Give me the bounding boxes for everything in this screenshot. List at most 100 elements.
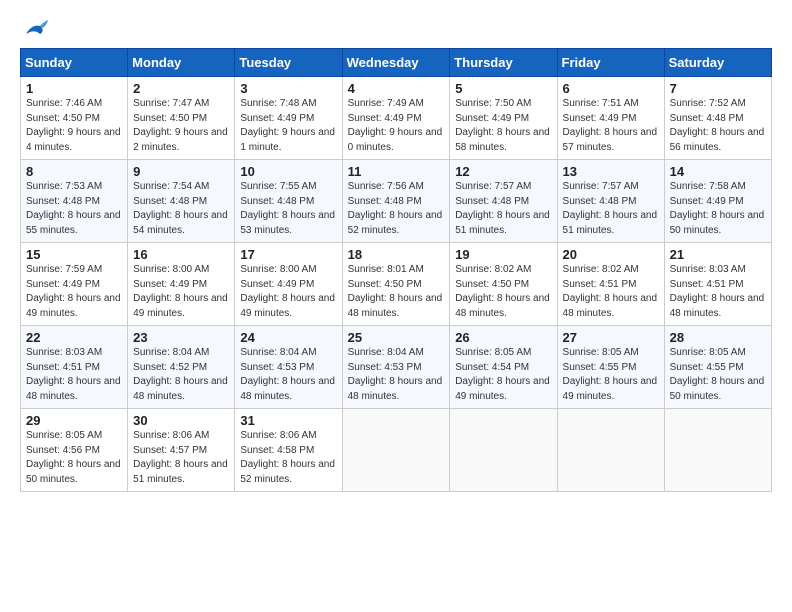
calendar-cell: 22 Sunrise: 8:03 AMSunset: 4:51 PMDaylig… [21,326,128,409]
day-info: Sunrise: 8:04 AMSunset: 4:52 PMDaylight:… [133,347,228,402]
day-info: Sunrise: 8:05 AMSunset: 4:54 PMDaylight:… [455,347,550,402]
day-info: Sunrise: 7:58 AMSunset: 4:49 PMDaylight:… [670,181,765,236]
calendar-cell [342,409,450,492]
day-number: 13 [563,164,659,179]
calendar-cell [664,409,771,492]
col-header-monday: Monday [128,49,235,77]
calendar-cell: 16 Sunrise: 8:00 AMSunset: 4:49 PMDaylig… [128,243,235,326]
calendar-cell: 6 Sunrise: 7:51 AMSunset: 4:49 PMDayligh… [557,77,664,160]
day-info: Sunrise: 8:04 AMSunset: 4:53 PMDaylight:… [240,347,335,402]
day-info: Sunrise: 7:55 AMSunset: 4:48 PMDaylight:… [240,181,335,236]
day-number: 27 [563,330,659,345]
day-number: 12 [455,164,551,179]
calendar-cell: 12 Sunrise: 7:57 AMSunset: 4:48 PMDaylig… [450,160,557,243]
day-info: Sunrise: 8:05 AMSunset: 4:56 PMDaylight:… [26,430,121,485]
day-info: Sunrise: 8:00 AMSunset: 4:49 PMDaylight:… [240,264,335,319]
day-number: 2 [133,81,229,96]
day-number: 14 [670,164,766,179]
calendar-cell: 4 Sunrise: 7:49 AMSunset: 4:49 PMDayligh… [342,77,450,160]
day-number: 7 [670,81,766,96]
day-number: 9 [133,164,229,179]
col-header-thursday: Thursday [450,49,557,77]
col-header-friday: Friday [557,49,664,77]
calendar-cell: 15 Sunrise: 7:59 AMSunset: 4:49 PMDaylig… [21,243,128,326]
day-info: Sunrise: 8:03 AMSunset: 4:51 PMDaylight:… [670,264,765,319]
day-number: 3 [240,81,336,96]
calendar-cell: 27 Sunrise: 8:05 AMSunset: 4:55 PMDaylig… [557,326,664,409]
day-number: 10 [240,164,336,179]
calendar-cell: 2 Sunrise: 7:47 AMSunset: 4:50 PMDayligh… [128,77,235,160]
calendar-cell: 14 Sunrise: 7:58 AMSunset: 4:49 PMDaylig… [664,160,771,243]
col-header-tuesday: Tuesday [235,49,342,77]
calendar-table: SundayMondayTuesdayWednesdayThursdayFrid… [20,48,772,492]
header [20,16,772,38]
day-info: Sunrise: 8:02 AMSunset: 4:50 PMDaylight:… [455,264,550,319]
calendar-week-4: 22 Sunrise: 8:03 AMSunset: 4:51 PMDaylig… [21,326,772,409]
day-number: 26 [455,330,551,345]
day-number: 30 [133,413,229,428]
day-number: 4 [348,81,445,96]
day-number: 23 [133,330,229,345]
calendar-cell: 17 Sunrise: 8:00 AMSunset: 4:49 PMDaylig… [235,243,342,326]
calendar-cell: 18 Sunrise: 8:01 AMSunset: 4:50 PMDaylig… [342,243,450,326]
calendar-cell: 20 Sunrise: 8:02 AMSunset: 4:51 PMDaylig… [557,243,664,326]
day-info: Sunrise: 8:00 AMSunset: 4:49 PMDaylight:… [133,264,228,319]
day-info: Sunrise: 7:53 AMSunset: 4:48 PMDaylight:… [26,181,121,236]
day-number: 22 [26,330,122,345]
day-number: 16 [133,247,229,262]
logo-bird-icon [22,16,50,38]
day-info: Sunrise: 7:52 AMSunset: 4:48 PMDaylight:… [670,98,765,153]
day-number: 29 [26,413,122,428]
calendar-cell: 11 Sunrise: 7:56 AMSunset: 4:48 PMDaylig… [342,160,450,243]
logo [20,16,50,38]
day-info: Sunrise: 8:04 AMSunset: 4:53 PMDaylight:… [348,347,443,402]
calendar-cell: 13 Sunrise: 7:57 AMSunset: 4:48 PMDaylig… [557,160,664,243]
day-number: 20 [563,247,659,262]
calendar-week-1: 1 Sunrise: 7:46 AMSunset: 4:50 PMDayligh… [21,77,772,160]
day-info: Sunrise: 7:50 AMSunset: 4:49 PMDaylight:… [455,98,550,153]
col-header-wednesday: Wednesday [342,49,450,77]
calendar-week-3: 15 Sunrise: 7:59 AMSunset: 4:49 PMDaylig… [21,243,772,326]
day-number: 28 [670,330,766,345]
calendar-cell: 3 Sunrise: 7:48 AMSunset: 4:49 PMDayligh… [235,77,342,160]
day-info: Sunrise: 8:06 AMSunset: 4:58 PMDaylight:… [240,430,335,485]
calendar-cell: 26 Sunrise: 8:05 AMSunset: 4:54 PMDaylig… [450,326,557,409]
calendar-cell: 24 Sunrise: 8:04 AMSunset: 4:53 PMDaylig… [235,326,342,409]
day-number: 24 [240,330,336,345]
day-info: Sunrise: 8:06 AMSunset: 4:57 PMDaylight:… [133,430,228,485]
col-header-sunday: Sunday [21,49,128,77]
calendar-cell: 28 Sunrise: 8:05 AMSunset: 4:55 PMDaylig… [664,326,771,409]
calendar-cell: 23 Sunrise: 8:04 AMSunset: 4:52 PMDaylig… [128,326,235,409]
day-info: Sunrise: 8:02 AMSunset: 4:51 PMDaylight:… [563,264,658,319]
day-info: Sunrise: 7:54 AMSunset: 4:48 PMDaylight:… [133,181,228,236]
day-number: 18 [348,247,445,262]
calendar-cell: 19 Sunrise: 8:02 AMSunset: 4:50 PMDaylig… [450,243,557,326]
day-number: 31 [240,413,336,428]
calendar-cell [450,409,557,492]
day-info: Sunrise: 7:57 AMSunset: 4:48 PMDaylight:… [455,181,550,236]
day-info: Sunrise: 7:49 AMSunset: 4:49 PMDaylight:… [348,98,443,153]
day-info: Sunrise: 7:57 AMSunset: 4:48 PMDaylight:… [563,181,658,236]
calendar-cell: 1 Sunrise: 7:46 AMSunset: 4:50 PMDayligh… [21,77,128,160]
day-info: Sunrise: 7:48 AMSunset: 4:49 PMDaylight:… [240,98,335,153]
calendar-cell: 8 Sunrise: 7:53 AMSunset: 4:48 PMDayligh… [21,160,128,243]
day-info: Sunrise: 7:46 AMSunset: 4:50 PMDaylight:… [26,98,121,153]
calendar-cell: 9 Sunrise: 7:54 AMSunset: 4:48 PMDayligh… [128,160,235,243]
calendar-cell: 5 Sunrise: 7:50 AMSunset: 4:49 PMDayligh… [450,77,557,160]
calendar-cell: 21 Sunrise: 8:03 AMSunset: 4:51 PMDaylig… [664,243,771,326]
calendar-cell: 25 Sunrise: 8:04 AMSunset: 4:53 PMDaylig… [342,326,450,409]
day-number: 21 [670,247,766,262]
day-info: Sunrise: 8:03 AMSunset: 4:51 PMDaylight:… [26,347,121,402]
day-number: 6 [563,81,659,96]
day-number: 5 [455,81,551,96]
day-info: Sunrise: 7:56 AMSunset: 4:48 PMDaylight:… [348,181,443,236]
day-info: Sunrise: 7:47 AMSunset: 4:50 PMDaylight:… [133,98,228,153]
calendar-cell: 7 Sunrise: 7:52 AMSunset: 4:48 PMDayligh… [664,77,771,160]
day-info: Sunrise: 7:59 AMSunset: 4:49 PMDaylight:… [26,264,121,319]
calendar-week-5: 29 Sunrise: 8:05 AMSunset: 4:56 PMDaylig… [21,409,772,492]
day-number: 11 [348,164,445,179]
calendar-header-row: SundayMondayTuesdayWednesdayThursdayFrid… [21,49,772,77]
page: SundayMondayTuesdayWednesdayThursdayFrid… [0,0,792,502]
day-number: 17 [240,247,336,262]
day-number: 8 [26,164,122,179]
